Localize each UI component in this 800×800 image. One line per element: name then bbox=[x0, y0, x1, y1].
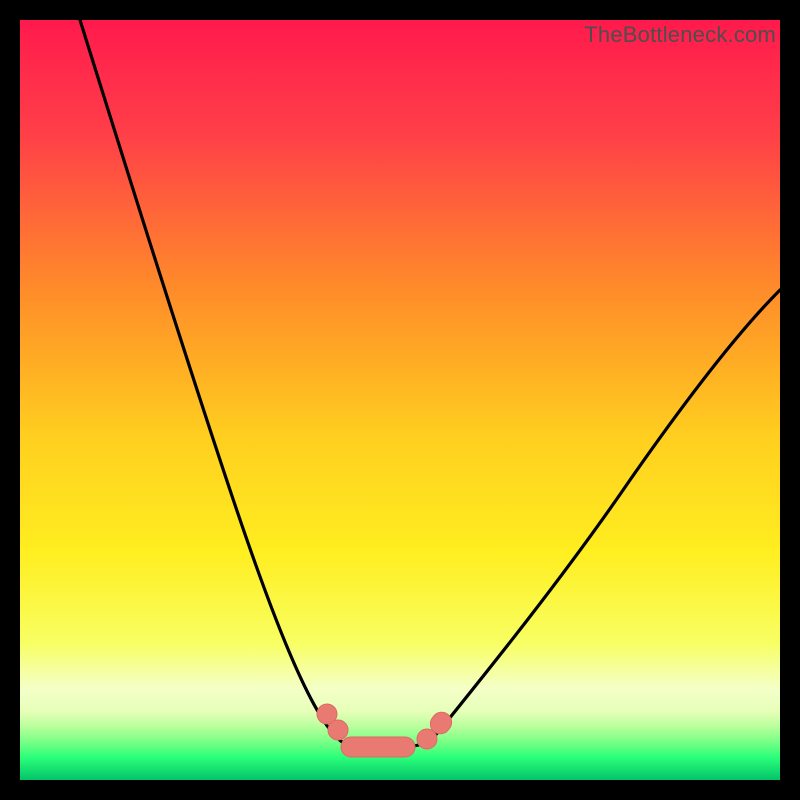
chart-frame bbox=[20, 20, 780, 780]
bottleneck-curve bbox=[80, 20, 780, 746]
marker-segment bbox=[341, 737, 415, 757]
chart-plot bbox=[20, 20, 780, 780]
watermark-text: TheBottleneck.com bbox=[584, 22, 776, 48]
valley-markers bbox=[313, 700, 455, 757]
